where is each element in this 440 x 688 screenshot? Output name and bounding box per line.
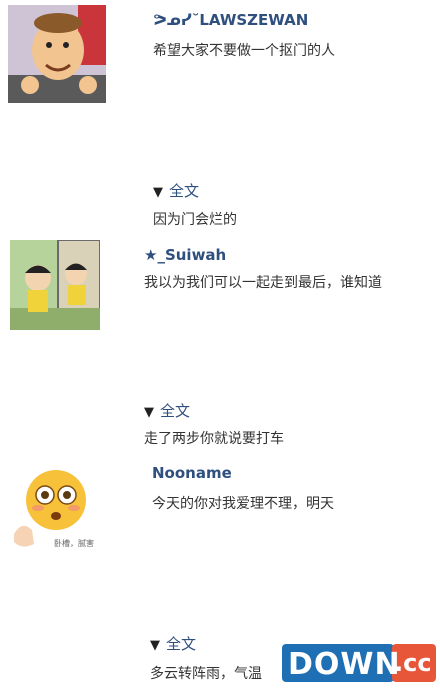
expanded-text: 多云转阵雨，气温	[150, 666, 262, 682]
post-text: 希望大家不要做一个抠门的人	[153, 43, 335, 59]
expand-label: 全文	[166, 635, 197, 653]
triangle-down-icon: ▼	[150, 638, 160, 653]
expand-toggle[interactable]: ▼ 全文	[153, 180, 199, 201]
expanded-text: 走了两步你就说要打车	[144, 431, 284, 447]
username[interactable]: ★_Suiwah	[144, 246, 226, 264]
expand-toggle[interactable]: ▼ 全文	[144, 400, 190, 421]
watermark-main: DOWN	[288, 647, 401, 682]
username[interactable]: Nooname	[152, 464, 232, 482]
avatar[interactable]: 卧槽，腻害	[8, 462, 102, 556]
expand-label: 全文	[160, 402, 191, 420]
triangle-down-icon: ▼	[153, 185, 163, 200]
expand-label: 全文	[169, 182, 200, 200]
watermark-logo: DOWN .cc	[282, 640, 436, 684]
avatar-caption: 卧槽，腻害	[54, 539, 94, 548]
cartoon-man-avatar-icon	[8, 5, 106, 103]
avatar[interactable]	[10, 240, 100, 330]
triangle-down-icon: ▼	[144, 405, 154, 420]
watermark-sub: .cc	[394, 649, 432, 677]
post-text: 我以为我们可以一起走到最后，谁知道	[144, 275, 382, 291]
username[interactable]: ᕗᓄᓯ˘LAWSZEWAN	[153, 11, 308, 29]
expand-toggle[interactable]: ▼ 全文	[150, 633, 196, 654]
post-text: 今天的你对我爱理不理，明天	[152, 496, 334, 512]
expanded-text: 因为门会烂的	[153, 212, 237, 228]
avatar[interactable]	[8, 5, 106, 103]
cartoon-kids-avatar-icon	[10, 240, 100, 330]
